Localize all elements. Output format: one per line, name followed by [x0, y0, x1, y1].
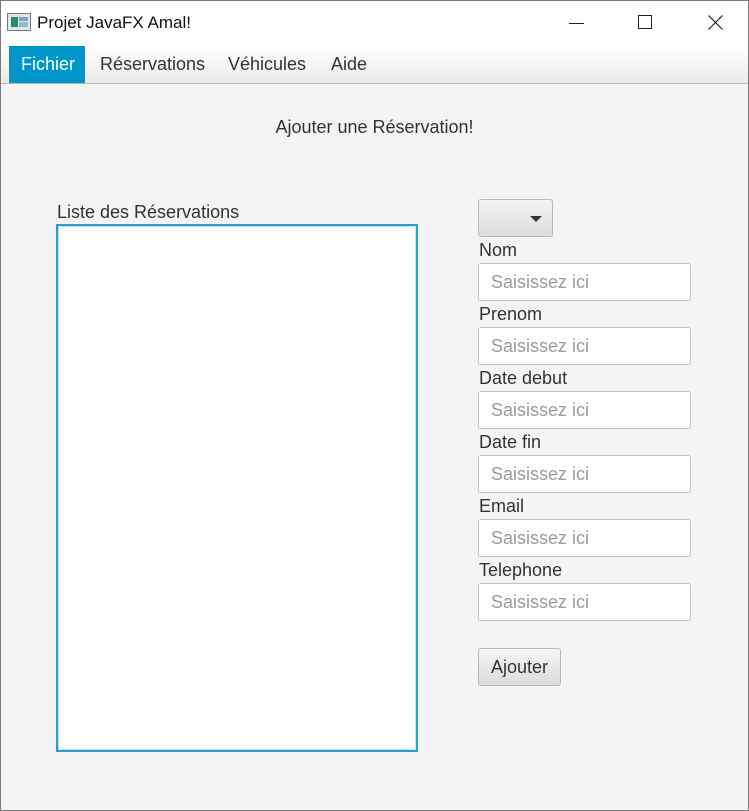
label-date-fin: Date fin: [479, 432, 542, 452]
menu-vehicules[interactable]: Véhicules: [216, 46, 318, 83]
email-input[interactable]: [478, 519, 691, 557]
label-prenom: Prenom: [479, 304, 543, 324]
close-button[interactable]: [681, 1, 749, 46]
reservations-list[interactable]: [56, 224, 418, 752]
app-window: Projet JavaFX Amal! Fichier Réservations…: [0, 0, 749, 811]
page-heading: Ajouter une Réservation!: [275, 117, 474, 137]
label-date-debut: Date debut: [479, 368, 568, 388]
label-nom: Nom: [479, 240, 518, 260]
reservations-list-label: Liste des Réservations: [57, 202, 240, 222]
menu-aide[interactable]: Aide: [319, 46, 379, 83]
app-icon: [7, 13, 31, 31]
dropdown-arrow-icon: [530, 216, 542, 222]
menu-fichier[interactable]: Fichier: [9, 46, 85, 83]
maximize-icon: [638, 15, 652, 29]
title-bar[interactable]: Projet JavaFX Amal!: [1, 1, 748, 46]
prenom-input[interactable]: [478, 327, 691, 365]
menu-bar: Fichier Réservations Véhicules Aide: [1, 46, 748, 84]
telephone-input[interactable]: [478, 583, 691, 621]
minimize-button[interactable]: [542, 1, 612, 46]
nom-input[interactable]: [478, 263, 691, 301]
label-telephone: Telephone: [479, 560, 563, 580]
vehicle-combo-box[interactable]: [478, 199, 553, 237]
window-title: Projet JavaFX Amal!: [37, 13, 192, 32]
minimize-icon: [569, 23, 584, 24]
maximize-button[interactable]: [611, 1, 681, 46]
add-reservation-button[interactable]: Ajouter: [478, 648, 561, 686]
close-icon: [708, 15, 723, 30]
date-fin-input[interactable]: [478, 455, 691, 493]
date-debut-input[interactable]: [478, 391, 691, 429]
menu-reservations[interactable]: Réservations: [88, 46, 217, 83]
label-email: Email: [479, 496, 525, 516]
